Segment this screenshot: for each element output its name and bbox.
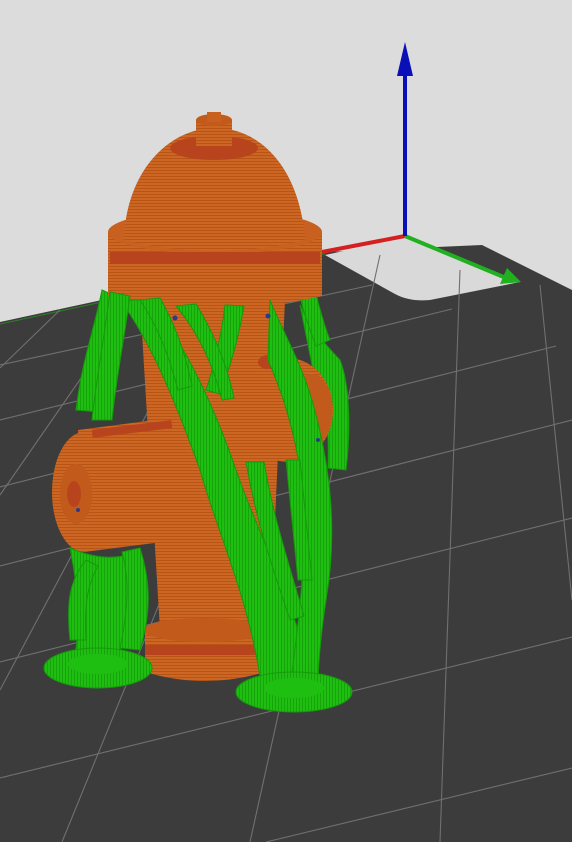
support-base-right-top	[264, 678, 324, 698]
hydrant-left-nozzle-nut	[67, 481, 81, 507]
hydrant-flange-band	[110, 252, 320, 264]
hydrant-base-band	[145, 645, 265, 655]
hydrant-top-nut-tip	[207, 112, 221, 122]
3d-viewport[interactable]	[0, 0, 572, 842]
scene-canvas[interactable]	[0, 0, 572, 842]
support-base-left-top	[68, 654, 128, 674]
